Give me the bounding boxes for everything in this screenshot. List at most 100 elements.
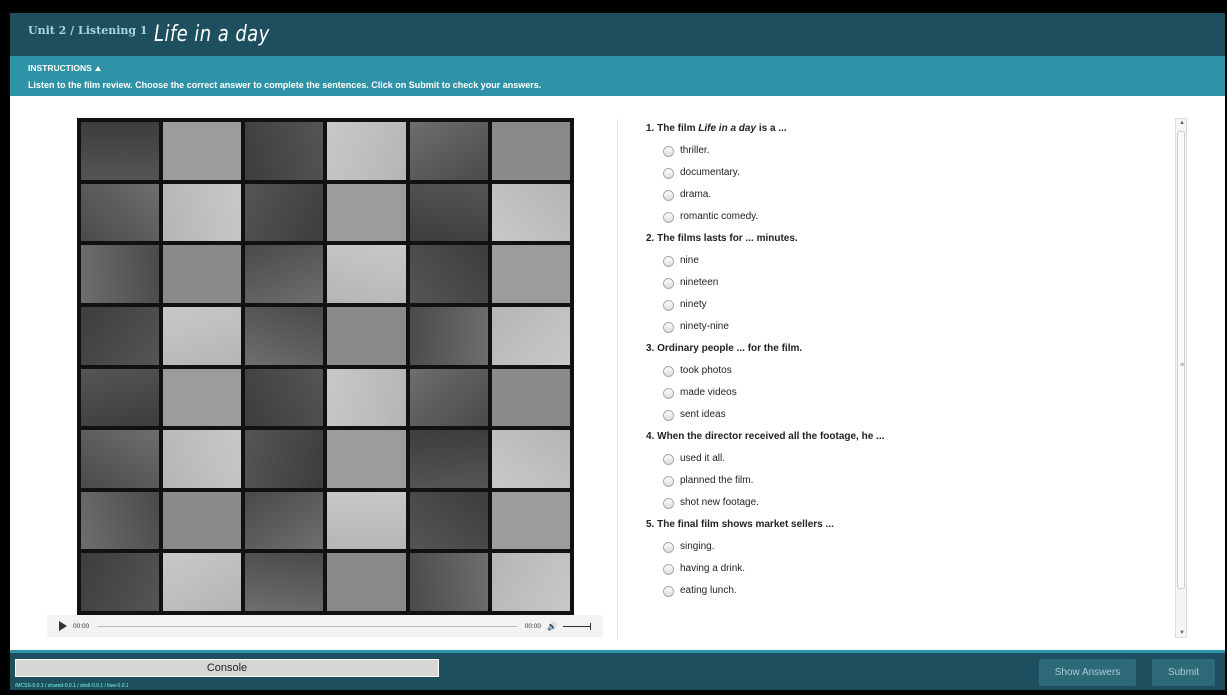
collage-tile [409, 553, 488, 611]
answer-option[interactable]: nine [646, 250, 1166, 272]
answer-option[interactable]: shot new footage. [646, 492, 1166, 514]
question-stem: The film [657, 123, 699, 134]
volume-icon[interactable]: 🔊 [547, 622, 557, 631]
instructions-toggle[interactable]: INSTRUCTIONS [28, 63, 101, 73]
collapse-arrow-icon [94, 65, 101, 71]
answer-option[interactable]: thriller. [646, 140, 1166, 162]
option-label: made videos [680, 387, 737, 398]
total-time: 00:00 [524, 622, 542, 630]
question-stem-end: is a ... [756, 123, 787, 134]
radio-button[interactable] [663, 409, 674, 421]
collage-tile [163, 553, 242, 611]
collage-tile [327, 122, 406, 180]
answer-option[interactable]: made videos [646, 382, 1166, 404]
footer-bar: Console /MCSS-0.0.1 / shared-0.0.1 / she… [10, 650, 1225, 690]
answer-option[interactable]: singing. [646, 536, 1166, 558]
scroll-down-icon[interactable]: ▼ [1179, 630, 1185, 636]
radio-button[interactable] [663, 277, 674, 289]
collage-tile [163, 245, 242, 303]
answer-option[interactable]: used it all. [646, 448, 1166, 470]
radio-button[interactable] [663, 189, 674, 201]
radio-button[interactable] [663, 299, 674, 311]
answer-option[interactable]: having a drink. [646, 558, 1166, 580]
radio-button[interactable] [663, 321, 674, 333]
activity-window: Unit 2 / Listening 1 Life in a day INSTR… [10, 13, 1225, 690]
question-text: 3. Ordinary people ... for the film. [646, 338, 1166, 360]
answer-option[interactable]: romantic comedy. [646, 206, 1166, 228]
answer-option[interactable]: ninety-nine [646, 316, 1166, 338]
questions-scrollbar[interactable]: ▲ ≡ ▼ [1175, 118, 1187, 638]
option-label: shot new footage. [680, 497, 759, 508]
collage-tile [163, 491, 242, 550]
collage-tile [409, 430, 488, 488]
radio-button[interactable] [663, 387, 674, 399]
collage-tile [163, 183, 242, 242]
current-time: 00:00 [73, 622, 90, 630]
top-bar: Unit 2 / Listening 1 Life in a day [10, 13, 1225, 56]
show-answers-button[interactable]: Show Answers [1039, 659, 1136, 686]
questions-panel: 1. The film Life in a day is a ... thrill… [646, 118, 1166, 639]
radio-button[interactable] [663, 563, 674, 575]
question-stem: The final film shows market sellers ... [657, 519, 834, 530]
collage-tile [81, 245, 160, 303]
collage-tile [327, 368, 406, 427]
answer-option[interactable]: nineteen [646, 272, 1166, 294]
video-poster[interactable] [77, 118, 574, 615]
instructions-heading: INSTRUCTIONS [28, 63, 92, 73]
radio-button[interactable] [663, 167, 674, 179]
radio-button[interactable] [663, 211, 674, 223]
option-label: eating lunch. [680, 585, 737, 596]
console-button[interactable]: Console [15, 659, 439, 677]
radio-button[interactable] [663, 365, 674, 377]
question-text: 4. When the director received all the fo… [646, 426, 1166, 448]
instructions-text: Listen to the film review. Choose the co… [28, 80, 542, 90]
question-text: 2. The films lasts for ... minutes. [646, 228, 1166, 250]
scrollbar-thumb[interactable]: ≡ [1177, 131, 1185, 589]
collage-tile [327, 430, 406, 488]
option-label: singing. [680, 541, 715, 552]
collage-tile [245, 306, 324, 365]
collage-tile [81, 491, 160, 550]
radio-button[interactable] [663, 497, 674, 509]
option-label: thriller. [680, 145, 710, 156]
collage-tile [245, 430, 324, 488]
radio-button[interactable] [663, 585, 674, 597]
radio-button[interactable] [663, 541, 674, 553]
option-label: nine [680, 255, 699, 266]
audio-player: 00:00 00:00 🔊 [47, 615, 603, 637]
version-text: /MCSS-0.0.1 / shared-0.0.1 / shell-0.0.1… [15, 683, 129, 689]
answer-option[interactable]: sent ideas [646, 404, 1166, 426]
collage-tile [81, 368, 160, 427]
question-text: 1. The film Life in a day is a ... [646, 118, 1166, 140]
seek-bar[interactable] [97, 625, 517, 627]
answer-option[interactable]: planned the film. [646, 470, 1166, 492]
radio-button[interactable] [663, 255, 674, 267]
collage-tile [491, 491, 570, 550]
collage-tile [409, 183, 488, 242]
question-number: 4. [646, 431, 655, 442]
collage-tile [491, 430, 570, 488]
play-icon[interactable] [59, 621, 67, 631]
radio-button[interactable] [663, 453, 674, 465]
collage-tile [245, 245, 324, 303]
answer-option[interactable]: drama. [646, 184, 1166, 206]
answer-option[interactable]: ninety [646, 294, 1166, 316]
radio-button[interactable] [663, 145, 674, 157]
volume-slider[interactable] [563, 622, 591, 630]
question-film-title: Life in a day [698, 123, 757, 134]
option-label: ninety-nine [680, 321, 729, 332]
collage-tile [409, 491, 488, 550]
option-label: ninety [680, 299, 707, 310]
submit-button[interactable]: Submit [1152, 659, 1215, 686]
answer-option[interactable]: documentary. [646, 162, 1166, 184]
question-text: 5. The final film shows market sellers .… [646, 514, 1166, 536]
collage-tile [81, 183, 160, 242]
answer-option[interactable]: eating lunch. [646, 580, 1166, 602]
answer-option[interactable]: took photos [646, 360, 1166, 382]
scroll-up-icon[interactable]: ▲ [1179, 120, 1185, 126]
radio-button[interactable] [663, 475, 674, 487]
collage-tile [163, 306, 242, 365]
collage-tile [327, 553, 406, 611]
collage-tile [409, 122, 488, 180]
collage-tile [81, 122, 160, 180]
